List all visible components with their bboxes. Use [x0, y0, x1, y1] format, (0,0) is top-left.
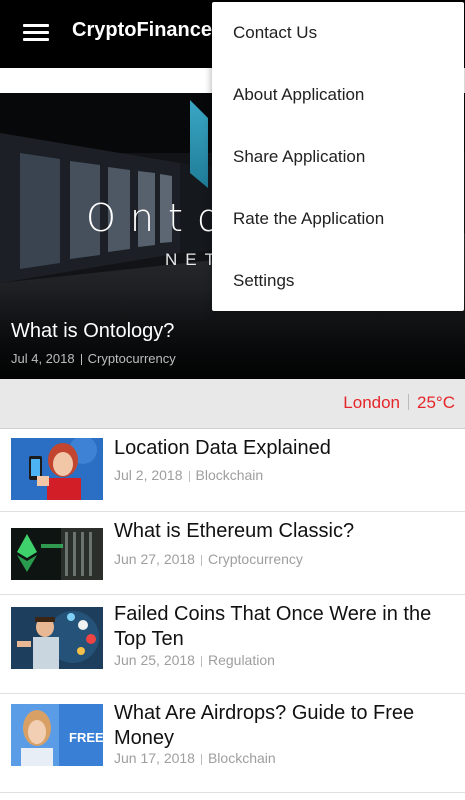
meta-divider — [188, 470, 190, 482]
meta-divider — [200, 655, 202, 667]
list-item[interactable]: FREE What Are Airdrops? Guide to Free Mo… — [0, 694, 465, 793]
article-category: Blockchain — [207, 750, 276, 766]
article-category: Cryptocurrency — [207, 551, 303, 567]
article-meta: Jun 25, 2018 Regulation — [114, 652, 275, 668]
article-title: Location Data Explained — [114, 437, 331, 459]
menu-item-about-application[interactable]: About Application — [212, 64, 464, 126]
list-item[interactable]: Location Data Explained Jul 2, 2018 Block… — [0, 429, 465, 512]
meta-divider — [80, 354, 82, 366]
hero-title: What is Ontology? — [11, 320, 175, 342]
thumbnail-text: FREE — [69, 730, 103, 745]
menu-item-rate-application[interactable]: Rate the Application — [212, 188, 464, 250]
article-title: Failed Coins That Once Were in the Top T… — [114, 603, 432, 650]
article-meta: Jun 17, 2018 Blockchain — [114, 750, 276, 766]
article-thumbnail: FREE — [11, 704, 103, 766]
article-date: Jun 17, 2018 — [114, 750, 195, 766]
meta-divider — [200, 554, 202, 566]
overflow-menu: Contact Us About Application Share Appli… — [212, 2, 464, 311]
article-title: What is Ethereum Classic? — [114, 520, 355, 542]
article-date: Jun 27, 2018 — [114, 551, 195, 567]
article-category: Blockchain — [195, 467, 264, 483]
article-category: Regulation — [207, 652, 275, 668]
weather-divider — [408, 394, 410, 410]
menu-item-contact-us[interactable]: Contact Us — [212, 2, 464, 64]
hero-date: Jul 4, 2018 — [11, 351, 75, 366]
article-list: Location Data Explained Jul 2, 2018 Block… — [0, 429, 465, 793]
menu-item-settings[interactable]: Settings — [212, 250, 464, 312]
article-thumbnail — [11, 438, 103, 500]
menu-icon[interactable] — [23, 22, 49, 42]
meta-divider — [200, 753, 202, 765]
article-date: Jun 25, 2018 — [114, 652, 195, 668]
list-item[interactable]: What is Ethereum Classic? Jun 27, 2018 Cr… — [0, 512, 465, 595]
article-date: Jul 2, 2018 — [114, 467, 183, 483]
weather-temp: 25°C — [417, 393, 455, 412]
list-item[interactable]: Failed Coins That Once Were in the Top T… — [0, 595, 465, 694]
weather-info: London 25°C — [343, 393, 455, 413]
article-meta: Jul 2, 2018 Blockchain — [114, 467, 263, 483]
article-thumbnail — [11, 528, 103, 580]
weather-city: London — [343, 393, 401, 412]
hero-category: Cryptocurrency — [87, 351, 176, 366]
article-meta: Jun 27, 2018 Cryptocurrency — [114, 551, 303, 567]
article-thumbnail — [11, 607, 103, 669]
hero-meta: Jul 4, 2018 Cryptocurrency — [11, 351, 176, 366]
weather-bar: London 25°C — [0, 379, 465, 429]
app-title: CryptoFinance2 — [72, 19, 224, 41]
article-title: What Are Airdrops? Guide to Free Money — [114, 702, 415, 749]
menu-item-share-application[interactable]: Share Application — [212, 126, 464, 188]
